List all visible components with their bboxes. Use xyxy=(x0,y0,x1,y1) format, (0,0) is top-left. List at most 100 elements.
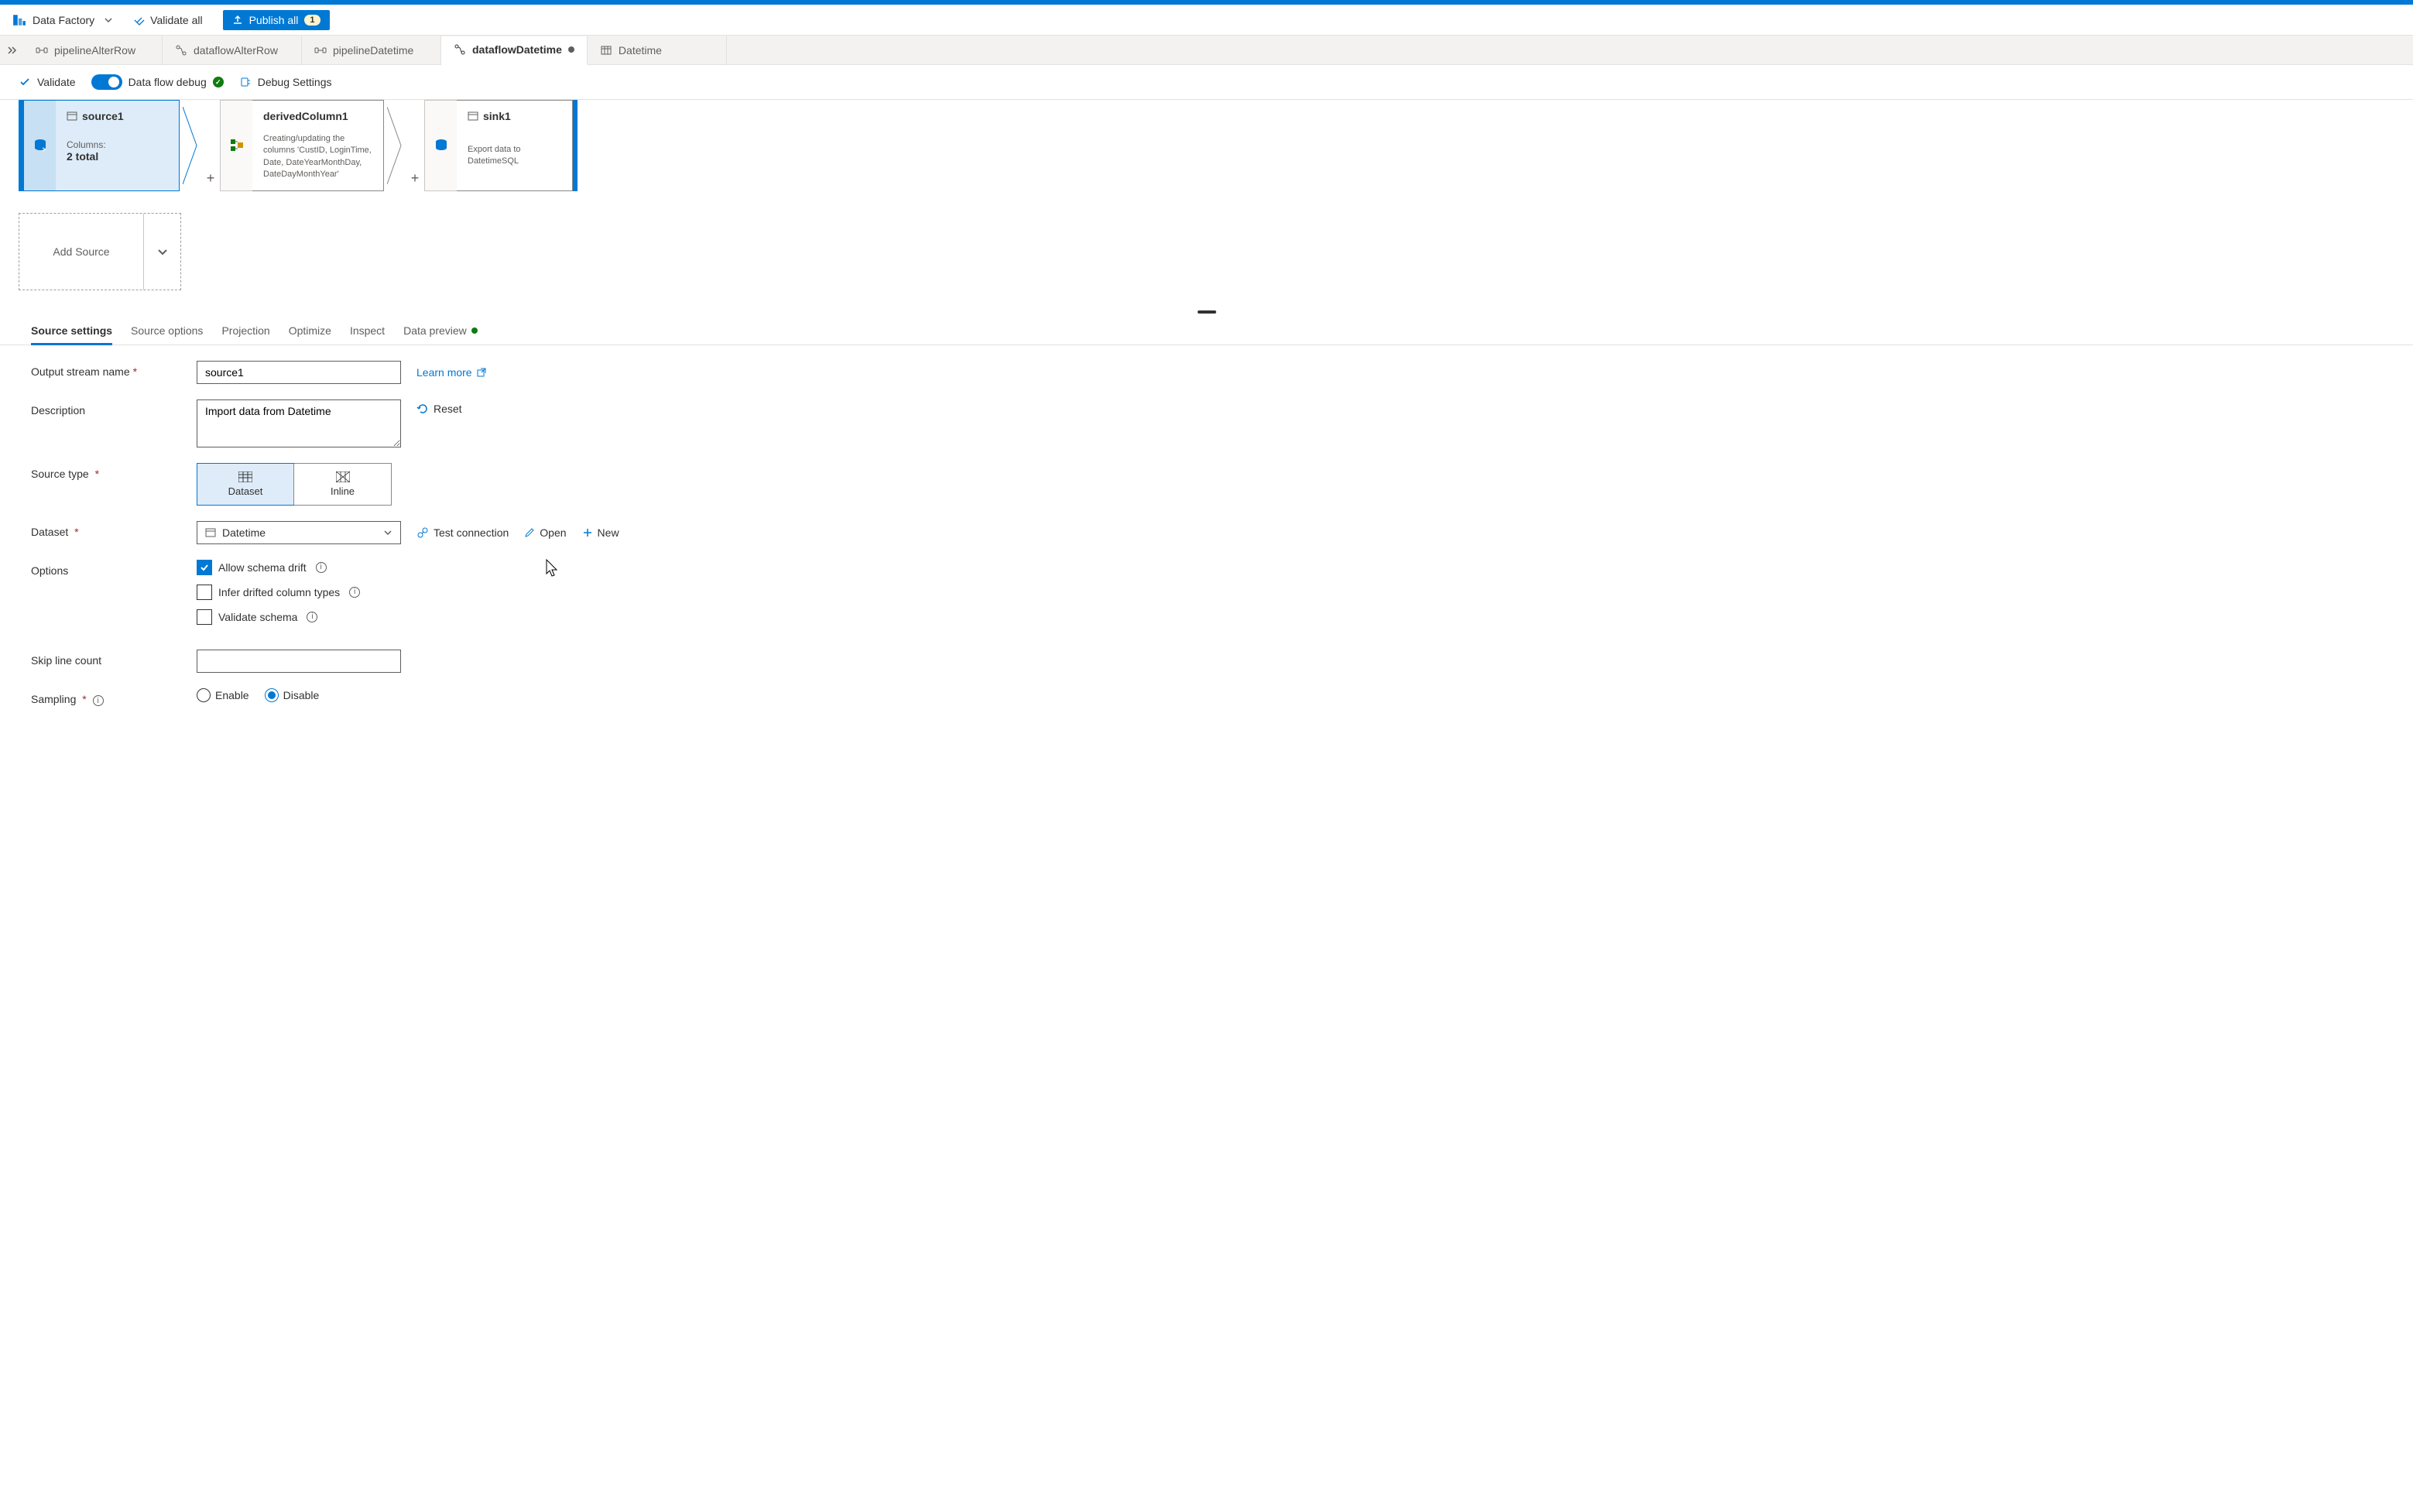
debug-toggle[interactable] xyxy=(91,74,122,90)
tab-label: Inspect xyxy=(350,324,385,337)
tab-dataset-datetime[interactable]: Datetime xyxy=(588,36,727,64)
app-switcher[interactable]: Data Factory xyxy=(12,13,113,27)
external-link-icon xyxy=(477,368,486,377)
source-type-inline-button[interactable]: Inline xyxy=(293,464,391,505)
expand-tabs-button[interactable] xyxy=(0,45,23,56)
open-label: Open xyxy=(540,526,566,539)
preview-status-icon xyxy=(471,327,478,334)
node-derived-column1[interactable]: derivedColumn1 Creating/updating the col… xyxy=(220,100,406,191)
allow-schema-drift-checkbox[interactable] xyxy=(197,560,212,575)
panel-resize-handle[interactable] xyxy=(0,309,2413,315)
tab-label: Optimize xyxy=(289,324,331,337)
validate-button[interactable]: Validate xyxy=(19,74,76,90)
tab-data-preview[interactable]: Data preview xyxy=(403,315,478,345)
data-factory-icon xyxy=(12,13,26,27)
reset-label: Reset xyxy=(434,403,462,415)
validate-all-button[interactable]: Validate all xyxy=(127,11,208,29)
dataflow-icon xyxy=(175,44,187,57)
test-connection-button[interactable]: Test connection xyxy=(416,526,509,539)
header-toolbar: Data Factory Validate all Publish all 1 xyxy=(0,5,2413,36)
new-label: New xyxy=(598,526,619,539)
tab-dataflow-alterrow[interactable]: dataflowAlterRow xyxy=(163,36,302,64)
tab-source-options[interactable]: Source options xyxy=(131,315,203,345)
checkmark-icon xyxy=(19,76,31,88)
sampling-disable-radio[interactable]: Disable xyxy=(265,688,320,702)
dataflow-canvas[interactable]: source1 Columns: 2 total + derivedC xyxy=(0,100,2413,309)
open-dataset-button[interactable]: Open xyxy=(524,526,566,539)
arrow-tip-icon xyxy=(384,100,406,191)
dataset-label: Dataset * xyxy=(31,521,197,538)
debug-settings-label: Debug Settings xyxy=(258,76,332,88)
tab-pipeline-alterrow[interactable]: pipelineAlterRow xyxy=(23,36,163,64)
node-sink1[interactable]: sink1 Export data to DatetimeSQL xyxy=(424,100,578,191)
allow-schema-drift-label: Allow schema drift xyxy=(218,561,307,574)
dataset-icon xyxy=(468,111,478,122)
tab-label: dataflowAlterRow xyxy=(194,44,278,57)
validate-schema-label: Validate schema xyxy=(218,611,297,623)
app-name: Data Factory xyxy=(33,14,94,26)
radio-label: Enable xyxy=(215,689,249,701)
tab-label: Source settings xyxy=(31,324,112,337)
sampling-label: Sampling * i xyxy=(31,688,197,707)
tab-label: Data preview xyxy=(403,324,467,337)
debug-label: Data flow debug xyxy=(129,76,207,88)
tab-source-settings[interactable]: Source settings xyxy=(31,315,112,345)
infer-drifted-checkbox[interactable] xyxy=(197,585,212,600)
dataflow-icon xyxy=(454,43,466,56)
add-step-after-derived-button[interactable]: + xyxy=(406,100,424,191)
debug-status-icon xyxy=(213,77,224,87)
tab-optimize[interactable]: Optimize xyxy=(289,315,331,345)
publish-all-button[interactable]: Publish all 1 xyxy=(223,10,330,30)
learn-more-link[interactable]: Learn more xyxy=(416,366,486,379)
add-step-after-source-button[interactable]: + xyxy=(201,100,220,191)
dataset-icon xyxy=(600,44,612,57)
source-type-dataset-button[interactable]: Dataset xyxy=(197,463,294,506)
description-label: Description xyxy=(31,399,197,417)
info-icon[interactable]: i xyxy=(93,695,104,706)
tab-pipeline-datetime[interactable]: pipelineDatetime xyxy=(302,36,441,64)
option-label: Dataset xyxy=(228,485,263,497)
validate-schema-checkbox[interactable] xyxy=(197,609,212,625)
dirty-indicator-icon xyxy=(568,46,574,53)
tab-label: dataflowDatetime xyxy=(472,43,562,56)
description-input[interactable] xyxy=(197,399,401,447)
table-icon xyxy=(238,471,252,482)
tab-label: Datetime xyxy=(619,44,662,57)
add-source-label: Add Source xyxy=(19,245,143,258)
tab-dataflow-datetime[interactable]: dataflowDatetime xyxy=(441,36,588,65)
reset-button[interactable]: Reset xyxy=(416,403,462,415)
output-stream-input[interactable] xyxy=(197,361,401,384)
dataset-select[interactable]: Datetime xyxy=(197,521,401,544)
checkmark-icon xyxy=(199,562,210,573)
options-label: Options xyxy=(31,560,197,577)
debug-settings-button[interactable]: Debug Settings xyxy=(239,74,332,90)
source-type-label: Source type * xyxy=(31,463,197,480)
inline-icon xyxy=(336,471,350,482)
dataset-value: Datetime xyxy=(222,526,266,539)
learn-more-label: Learn more xyxy=(416,366,472,379)
dataflow-action-bar: Validate Data flow debug Debug Settings xyxy=(0,65,2413,100)
settings-tab-strip: Source settings Source options Projectio… xyxy=(0,315,2413,345)
columns-value: 2 total xyxy=(67,150,168,163)
edit-icon xyxy=(524,527,535,538)
new-dataset-button[interactable]: New xyxy=(582,526,619,539)
columns-label: Columns: xyxy=(67,139,168,150)
derived-column-icon xyxy=(228,137,245,154)
info-icon[interactable]: i xyxy=(307,612,317,622)
sampling-enable-radio[interactable]: Enable xyxy=(197,688,249,702)
skip-line-input[interactable] xyxy=(197,650,401,673)
database-sink-icon xyxy=(433,137,450,154)
dataflow-debug-toggle-group: Data flow debug xyxy=(91,73,224,91)
info-icon[interactable]: i xyxy=(316,562,327,573)
skip-line-label: Skip line count xyxy=(31,650,197,667)
tab-inspect[interactable]: Inspect xyxy=(350,315,385,345)
add-source-dropdown[interactable] xyxy=(143,214,180,290)
tab-label: Projection xyxy=(221,324,269,337)
add-source-button[interactable]: Add Source xyxy=(19,213,181,290)
node-title-text: source1 xyxy=(82,110,124,122)
node-source1[interactable]: source1 Columns: 2 total xyxy=(19,100,201,191)
node-accent-bar xyxy=(573,100,578,191)
info-icon[interactable]: i xyxy=(349,587,360,598)
tab-projection[interactable]: Projection xyxy=(221,315,269,345)
chevron-down-icon xyxy=(156,245,170,259)
